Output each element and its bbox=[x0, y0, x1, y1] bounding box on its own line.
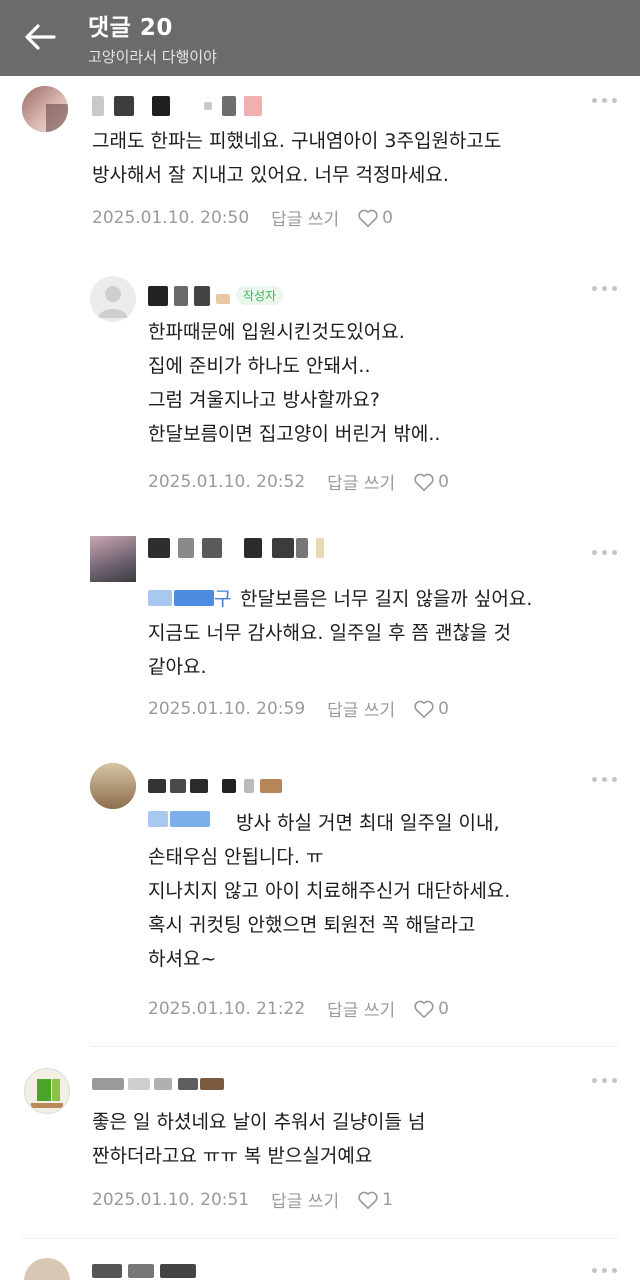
blurred-username bbox=[92, 1260, 212, 1280]
like-button[interactable]: 0 bbox=[413, 999, 449, 1019]
blurred-username bbox=[92, 1072, 232, 1092]
comment-text: 한달보름은 너무 길지 않을까 싶어요. 지금도 너무 감사해요. 일주일 후 … bbox=[148, 588, 533, 678]
avatar[interactable] bbox=[90, 536, 136, 582]
avatar[interactable] bbox=[22, 86, 68, 132]
like-count: 0 bbox=[438, 698, 449, 719]
like-button[interactable]: 1 bbox=[357, 1190, 393, 1210]
comment-item bbox=[0, 1250, 640, 1280]
comment-meta: 2025.01.10. 20:50 답글 쓰기 0 bbox=[92, 205, 393, 231]
comment-text: 좋은 일 하셨네요 날이 추워서 길냥이들 넘 짠하더라고요 ㅠㅠ 복 받으실거… bbox=[92, 1111, 426, 1167]
top-bar: 댓글 20 고양이라서 다행이야 bbox=[0, 0, 640, 76]
blurred-username bbox=[148, 286, 232, 306]
reply-item: 방사 하실 거면 최대 일주일 이내, 손태우심 안됩니다. ㅠ 지나치지 않고… bbox=[0, 757, 640, 1047]
divider bbox=[22, 1238, 618, 1239]
like-button[interactable]: 0 bbox=[357, 208, 393, 228]
like-button[interactable]: 0 bbox=[413, 699, 449, 719]
reply-button[interactable]: 답글 쓰기 bbox=[327, 469, 395, 494]
more-dots-icon[interactable] bbox=[592, 777, 618, 785]
heart-outline-icon bbox=[358, 1191, 378, 1209]
like-button[interactable]: 0 bbox=[413, 472, 449, 492]
post-title: 고양이라서 다행이야 bbox=[88, 48, 217, 66]
comment-meta: 2025.01.10. 21:22 답글 쓰기 0 bbox=[148, 996, 449, 1022]
like-count: 0 bbox=[438, 998, 449, 1019]
comment-text: 한파때문에 입원시킨것도있어요. 집에 준비가 하나도 안돼서.. 그럼 겨울지… bbox=[148, 321, 441, 445]
more-dots-icon[interactable] bbox=[592, 550, 618, 558]
more-dots-icon[interactable] bbox=[592, 286, 618, 294]
comment-meta: 2025.01.10. 20:52 답글 쓰기 0 bbox=[148, 469, 449, 495]
comment-meta: 2025.01.10. 20:59 답글 쓰기 0 bbox=[148, 696, 449, 722]
more-dots-icon[interactable] bbox=[592, 1078, 618, 1086]
blurred-username bbox=[148, 538, 328, 558]
heart-outline-icon bbox=[414, 1000, 434, 1018]
like-count: 1 bbox=[382, 1189, 393, 1210]
reply-button[interactable]: 답글 쓰기 bbox=[327, 696, 395, 721]
blurred-username bbox=[148, 773, 288, 793]
avatar[interactable] bbox=[90, 763, 136, 809]
reply-button[interactable]: 답글 쓰기 bbox=[271, 205, 339, 230]
author-badge: 작성자 bbox=[236, 286, 284, 305]
heart-outline-icon bbox=[414, 473, 434, 491]
divider bbox=[90, 1046, 618, 1047]
comment-meta: 2025.01.10. 20:51 답글 쓰기 1 bbox=[92, 1187, 393, 1213]
reply-button[interactable]: 답글 쓰기 bbox=[327, 996, 395, 1021]
default-profile-icon[interactable] bbox=[90, 276, 136, 322]
blurred-username bbox=[92, 96, 272, 116]
comment-item: 그래도 한파는 피했네요. 구내염아이 3주입원하고도 방사해서 잘 지내고 있… bbox=[0, 76, 640, 246]
comment-date: 2025.01.10. 20:59 bbox=[148, 698, 306, 719]
comment-item: 좋은 일 하셨네요 날이 추워서 길냥이들 넘 짠하더라고요 ㅠㅠ 복 받으실거… bbox=[0, 1060, 640, 1230]
comment-date: 2025.01.10. 20:50 bbox=[92, 207, 250, 228]
avatar[interactable] bbox=[24, 1068, 70, 1114]
reply-item: 구 한달보름은 너무 길지 않을까 싶어요. 지금도 너무 감사해요. 일주일 … bbox=[0, 530, 640, 740]
avatar[interactable] bbox=[24, 1258, 70, 1280]
reply-item: 작성자 한파때문에 입원시킨것도있어요. 집에 준비가 하나도 안돼서.. 그럼… bbox=[0, 270, 640, 510]
more-dots-icon[interactable] bbox=[592, 1268, 618, 1276]
like-count: 0 bbox=[438, 471, 449, 492]
page-title: 댓글 20 bbox=[88, 15, 173, 41]
comment-date: 2025.01.10. 21:22 bbox=[148, 998, 306, 1019]
reply-button[interactable]: 답글 쓰기 bbox=[271, 1187, 339, 1212]
comment-text: 그래도 한파는 피했네요. 구내염아이 3주입원하고도 방사해서 잘 지내고 있… bbox=[92, 130, 502, 186]
more-dots-icon[interactable] bbox=[592, 98, 618, 106]
comment-date: 2025.01.10. 20:51 bbox=[92, 1189, 250, 1210]
comment-text: 방사 하실 거면 최대 일주일 이내, 손태우심 안됩니다. ㅠ 지나치지 않고… bbox=[148, 812, 511, 970]
heart-outline-icon bbox=[414, 700, 434, 718]
back-arrow-icon[interactable] bbox=[22, 19, 60, 55]
comment-date: 2025.01.10. 20:52 bbox=[148, 471, 306, 492]
like-count: 0 bbox=[382, 207, 393, 228]
heart-outline-icon bbox=[358, 209, 378, 227]
